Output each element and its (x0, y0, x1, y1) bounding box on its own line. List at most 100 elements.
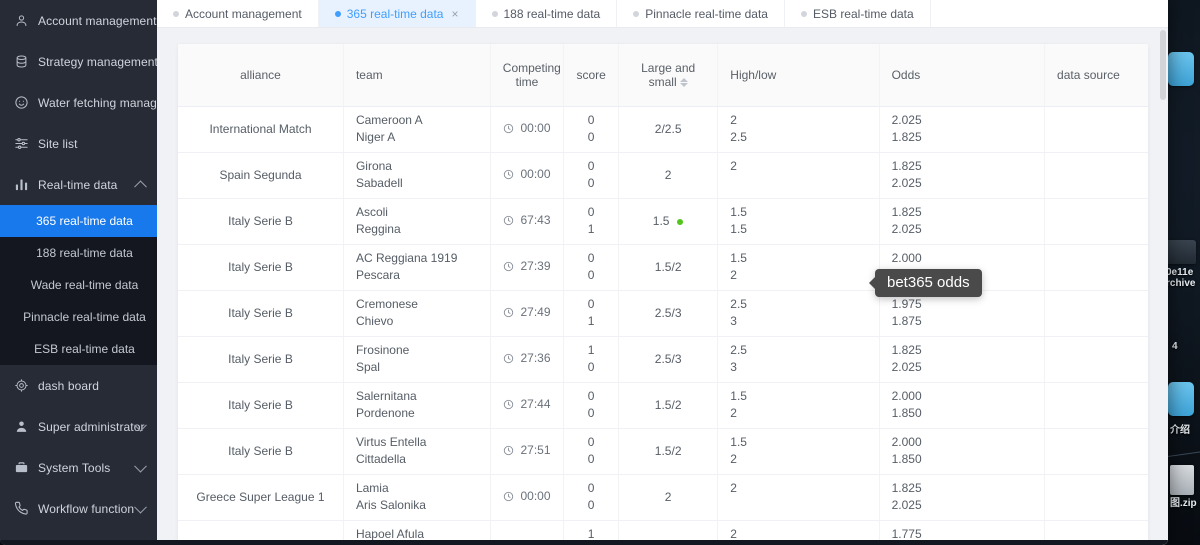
cell-competing-time: 67:43 (490, 198, 565, 245)
desktop-icon-folder[interactable]: 0e11e rchive (1166, 240, 1196, 289)
table-row[interactable]: Italy Serie B Salernitana Pordenone 27:44 0 0… (178, 382, 1148, 429)
sidebar-subitem-wade-real-time-data[interactable]: Wade real-time data (0, 269, 157, 301)
sidebar-item-label: Workflow function (38, 501, 135, 516)
table-row[interactable]: International Match Cameroon A Niger A 00:0… (178, 106, 1148, 153)
desktop-icon-label-2-wrap[interactable]: 4 (1172, 338, 1178, 352)
low-value: 2 (730, 452, 737, 466)
gear-icon (13, 378, 29, 394)
table-row[interactable]: Greece Super League 1 Lamia Aris Salonika 0… (178, 474, 1148, 521)
tab-188-real-time-data[interactable]: 188 real-time data (476, 0, 618, 27)
cell-data-source (1044, 382, 1148, 429)
document-icon (1170, 465, 1194, 495)
odds-bottom: 2.025 (891, 498, 922, 512)
sidebar-subitem-esb-real-time-data[interactable]: ESB real-time data (0, 333, 157, 365)
team-home: Ascoli (355, 205, 388, 219)
cell-team: Cremonese Chievo (343, 290, 491, 337)
score-home: 0 (587, 251, 595, 265)
column-header-team[interactable]: team (343, 44, 491, 107)
odds-top: 2.000 (891, 435, 922, 449)
score-home: 0 (587, 205, 595, 219)
tab-account-management[interactable]: Account management (157, 0, 319, 27)
desktop-icon-tile-2[interactable] (1168, 382, 1194, 416)
tab-365-real-time-data[interactable]: 365 real-time data × (318, 0, 476, 27)
cell-alliance: Italy Serie B (178, 244, 344, 291)
cell-team: Salernitana Pordenone (343, 382, 491, 429)
table-header-row: alliance team Competing time score Large… (178, 44, 1148, 107)
cell-large-and-small: 1.5/2 (618, 382, 719, 429)
column-header-data-source[interactable]: data source (1044, 44, 1148, 107)
cell-competing-time: 27:49 (490, 290, 565, 337)
vertical-scrollbar[interactable] (1160, 30, 1166, 100)
sidebar-item-super-administrator[interactable]: Super administrator (0, 406, 157, 447)
table-row[interactable]: Italy Serie B Cremonese Chievo 27:49 0 1 2.5/3… (178, 290, 1148, 337)
table-row[interactable]: Spain Segunda Girona Sabadell 00:00 0 0 2 2 1.8… (178, 152, 1148, 199)
sidebar-item-label: Super administrator (38, 419, 145, 434)
column-header-odds[interactable]: Odds (879, 44, 1046, 107)
table-row[interactable]: Italy Serie B Ascoli Reggina 67:43 0 1 1.5 1.5 1… (178, 198, 1148, 245)
low-value: 2.5 (730, 130, 747, 144)
sort-icon[interactable] (679, 78, 688, 88)
competing-time-value: 27:39 (520, 259, 551, 274)
cell-odds: 1.825 2.025 (879, 336, 1046, 383)
tab-label: Account management (185, 6, 302, 21)
sidebar-subitem-188-real-time-data[interactable]: 188 real-time data (0, 237, 157, 269)
cell-score: 10 (563, 336, 620, 383)
odds-bottom: 1.850 (891, 406, 922, 420)
tab-esb-real-time-data[interactable]: ESB real-time data (785, 0, 931, 27)
cell-high-low: 1.5 1.5 (717, 198, 880, 245)
sidebar-subitem-365-real-time-data[interactable]: 365 real-time data (0, 205, 157, 237)
cell-competing-time: 00:00 (490, 474, 565, 521)
sidebar-item-account-management[interactable]: Account management (0, 0, 157, 41)
real-time-data-table: alliance team Competing time score Large… (178, 44, 1148, 545)
sidebar-subitem-label: ESB real-time data (34, 342, 135, 356)
cell-competing-time: 27:36 (490, 336, 565, 383)
table-row[interactable]: Italy Serie B Virtus Entella Cittadella 27:… (178, 428, 1148, 475)
desktop-icon-label-1: 0e11e rchive (1166, 267, 1196, 289)
cell-high-low: 2 2.5 (717, 106, 880, 153)
sidebar-item-real-time-data[interactable]: Real-time data (0, 164, 157, 205)
sidebar-item-dash-board[interactable]: dash board (0, 365, 157, 406)
competing-time-value: 00:00 (520, 121, 551, 136)
team-home: Frosinone (355, 343, 410, 357)
desktop-icon-tile-1[interactable] (1168, 52, 1194, 86)
cell-competing-time: 27:39 (490, 244, 565, 291)
clock-icon-with-time: 27:51 (503, 443, 551, 457)
cell-competing-time: 27:44 (490, 382, 565, 429)
score-away: 0 (587, 176, 595, 190)
column-header-alliance[interactable]: alliance (178, 44, 344, 107)
cell-team: Virtus Entella Cittadella (343, 428, 491, 475)
team-away: Niger A (355, 130, 396, 144)
sidebar-item-workflow-function[interactable]: Workflow function (0, 488, 157, 529)
score-away: 0 (587, 406, 595, 420)
cell-large-and-small: 1.5/2 (618, 244, 719, 291)
high-value: 2 (730, 159, 737, 173)
desktop-icon-label-2: 4 (1172, 341, 1178, 352)
column-header-competing-time[interactable]: Competing time (490, 44, 565, 107)
tab-close-icon[interactable]: × (451, 8, 458, 20)
cell-score: 01 (563, 198, 620, 245)
sidebar-item-site-list[interactable]: Site list (0, 123, 157, 164)
sidebar-item-strategy-management[interactable]: Strategy management (0, 41, 157, 82)
tab-bar: Account management 365 real-time data × … (157, 0, 1168, 28)
sidebar-subitem-pinnacle-real-time-data[interactable]: Pinnacle real-time data (0, 301, 157, 333)
team-away: Pordenone (355, 406, 415, 420)
score-away: 1 (587, 222, 595, 236)
tab-pinnacle-real-time-data[interactable]: Pinnacle real-time data (617, 0, 785, 27)
sidebar-item-system-tools[interactable]: System Tools (0, 447, 157, 488)
odds-bottom: 1.825 (891, 130, 922, 144)
sidebar-item-water-fetching-management[interactable]: Water fetching management (0, 82, 157, 123)
tab-status-dot-icon (173, 10, 179, 17)
column-header-large-and-small[interactable]: Large and small (618, 44, 719, 107)
column-header-high-low[interactable]: High/low (717, 44, 880, 107)
cell-score: 00 (563, 152, 620, 199)
table-row[interactable]: Italy Serie B AC Reggiana 1919 Pescara 27:3… (178, 244, 1148, 291)
high-value: 1.5 (730, 389, 747, 403)
table-row[interactable]: Italy Serie B Frosinone Spal 27:36 1 0 2.5/3 2.… (178, 336, 1148, 383)
competing-time-value: 67:43 (520, 213, 551, 228)
cell-data-source (1044, 290, 1148, 337)
team-away: Reggina (355, 222, 401, 236)
column-header-score[interactable]: score (563, 44, 620, 107)
desktop-icon-doc[interactable]: 图.zip (1170, 465, 1197, 509)
cell-data-source (1044, 336, 1148, 383)
desktop-icon-label-3-wrap[interactable]: 介绍 (1170, 422, 1190, 436)
